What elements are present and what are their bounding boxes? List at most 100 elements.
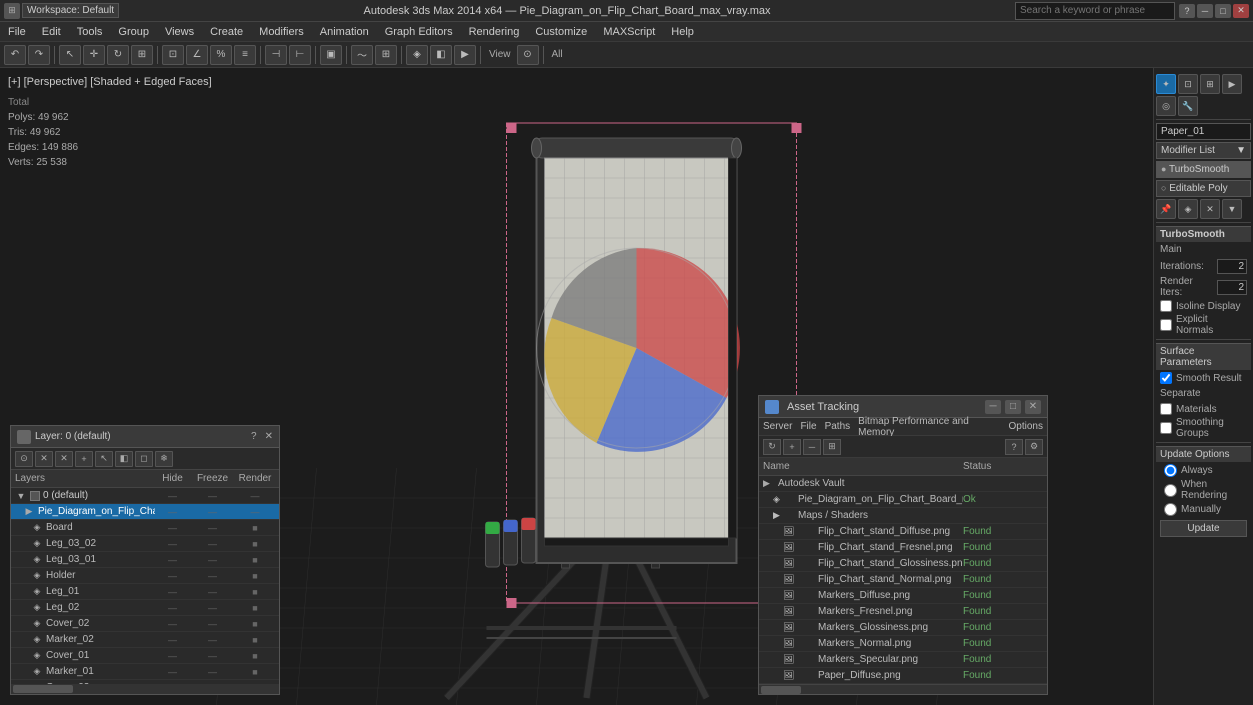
asset-scroll-thumb-h[interactable] [761,686,801,694]
snap-toggle[interactable]: ⊡ [162,45,184,65]
menu-animation[interactable]: Animation [316,26,373,38]
render-button[interactable]: ▶ [454,45,476,65]
layer-manager[interactable]: ▣ [320,45,342,65]
redo-button[interactable]: ↷ [28,45,50,65]
display-panel-btn[interactable]: ◎ [1156,96,1176,116]
menu-tools[interactable]: Tools [73,26,107,38]
freeze-all-btn[interactable]: ❄ [155,451,173,467]
spinner-snap[interactable]: ≡ [234,45,256,65]
set-current-layer-btn[interactable]: ⊙ [15,451,33,467]
coord-center[interactable]: ⊙ [517,45,539,65]
layer-checkbox[interactable] [30,491,40,501]
render-setup[interactable]: ◧ [430,45,452,65]
asset-menu-file[interactable]: File [800,421,816,432]
layers-close-button[interactable]: ✕ [265,431,273,442]
percent-snap[interactable]: % [210,45,232,65]
asset-menu-server[interactable]: Server [763,421,792,432]
asset-menu-options[interactable]: Options [1009,421,1043,432]
menu-graph-editors[interactable]: Graph Editors [381,26,457,38]
hierarchy-panel-btn[interactable]: ⊞ [1200,74,1220,94]
layer-item-marker02[interactable]: ◈ Marker_02 — — ■ [11,632,279,648]
layers-help-btn[interactable]: ? [251,431,257,442]
asset-markers-glossiness[interactable]: 🖼 Markers_Glossiness.png Found [759,620,1047,636]
render-iters-input[interactable] [1217,280,1247,295]
modifier-turbsmooth[interactable]: ● TurboSmooth [1156,161,1251,178]
always-radio[interactable] [1164,464,1177,477]
search-input[interactable] [1015,2,1175,20]
menu-group[interactable]: Group [114,26,153,38]
isoline-checkbox[interactable] [1160,300,1172,312]
explicit-normals-checkbox[interactable] [1160,319,1172,331]
minimize-button[interactable]: ─ [1197,4,1213,18]
create-panel-btn[interactable]: ✦ [1156,74,1176,94]
layer-item-default[interactable]: ▼ 0 (default) — — — [11,488,279,504]
asset-minimize-btn[interactable]: ─ [985,400,1001,414]
layer-item-leg02[interactable]: ◈ Leg_02 — — ■ [11,600,279,616]
scale-button[interactable]: ⊞ [131,45,153,65]
menu-help[interactable]: Help [667,26,698,38]
manually-radio[interactable] [1164,503,1177,516]
asset-vault-row[interactable]: ▶ Autodesk Vault [759,476,1047,492]
asset-markers-specular[interactable]: 🖼 Markers_Specular.png Found [759,652,1047,668]
asset-menu-paths[interactable]: Paths [825,421,851,432]
layer-item-cover01[interactable]: ◈ Cover_01 — — ■ [11,648,279,664]
asset-flip-diffuse[interactable]: 🖼 Flip_Chart_stand_Diffuse.png Found [759,524,1047,540]
layer-item-cover02[interactable]: ◈ Cover_02 — — ■ [11,616,279,632]
turbsmooth-header[interactable]: TurboSmooth [1156,226,1251,242]
materials-checkbox[interactable] [1160,403,1172,415]
select-layer-btn[interactable]: ◧ [115,451,133,467]
layer-item-leg03-01[interactable]: ◈ Leg_03_01 — — ■ [11,552,279,568]
asset-flip-glossiness[interactable]: 🖼 Flip_Chart_stand_Glossiness.png Found [759,556,1047,572]
asset-scrollbar-h[interactable] [759,684,1047,694]
utilities-panel-btn[interactable]: 🔧 [1178,96,1198,116]
asset-maximize-btn[interactable]: □ [1005,400,1021,414]
asset-mainfile-row[interactable]: ◈ Pie_Diagram_on_Flip_Chart_Board_max_vr… [759,492,1047,508]
schematic-view[interactable]: ⊞ [375,45,397,65]
help-icon[interactable]: ? [1179,4,1195,18]
select-in-layer-btn[interactable]: ↖ [95,451,113,467]
maximize-button[interactable]: □ [1215,4,1231,18]
smooth-result-checkbox[interactable] [1160,372,1172,384]
when-rendering-radio[interactable] [1164,484,1177,497]
workspace-dropdown[interactable]: Workspace: Default [22,3,119,18]
manually-radio-row[interactable]: Manually [1164,503,1251,516]
asset-maps-folder[interactable]: ▶ Maps / Shaders [759,508,1047,524]
asset-markers-fresnel[interactable]: 🖼 Markers_Fresnel.png Found [759,604,1047,620]
layers-scrollbar[interactable] [11,684,279,694]
menu-customize[interactable]: Customize [531,26,591,38]
menu-views[interactable]: Views [161,26,198,38]
menu-modifiers[interactable]: Modifiers [255,26,308,38]
asset-flip-normal[interactable]: 🖼 Flip_Chart_stand_Normal.png Found [759,572,1047,588]
menu-file[interactable]: File [4,26,30,38]
asset-add-btn[interactable]: + [783,439,801,455]
layers-titlebar[interactable]: Layer: 0 (default) ? ✕ [11,426,279,448]
object-name-field[interactable]: Paper_01 [1156,123,1251,140]
asset-close-btn[interactable]: ✕ [1025,400,1041,414]
smoothing-groups-checkbox[interactable] [1160,422,1172,434]
hide-all-btn[interactable]: ◻ [135,451,153,467]
add-layer-btn[interactable]: ✕ [35,451,53,467]
asset-paper-diffuse[interactable]: 🖼 Paper_Diffuse.png Found [759,668,1047,684]
layers-scroll-thumb[interactable] [13,685,73,693]
always-radio-row[interactable]: Always [1164,464,1251,477]
asset-menu-bitmap[interactable]: Bitmap Performance and Memory [858,416,1000,438]
delete-layer-btn[interactable]: ✕ [55,451,73,467]
layer-item-holder[interactable]: ◈ Holder — — ■ [11,568,279,584]
asset-remove-btn[interactable]: ─ [803,439,821,455]
layer-item-leg01[interactable]: ◈ Leg_01 — — ■ [11,584,279,600]
viewport[interactable]: [+] [Perspective] [Shaded + Edged Faces]… [0,68,1153,705]
update-options-header[interactable]: Update Options [1156,446,1251,462]
layer-item-marker01[interactable]: ◈ Marker_01 — — ■ [11,664,279,680]
asset-help-btn[interactable]: ? [1005,439,1023,455]
align-button[interactable]: ⊢ [289,45,311,65]
move-button[interactable]: ✛ [83,45,105,65]
asset-markers-diffuse[interactable]: 🖼 Markers_Diffuse.png Found [759,588,1047,604]
surface-params-header[interactable]: Surface Parameters [1156,343,1251,370]
update-button[interactable]: Update [1160,520,1247,537]
modifier-editable-poly[interactable]: ○ Editable Poly [1156,180,1251,197]
select-button[interactable]: ↖ [59,45,81,65]
menu-create[interactable]: Create [206,26,247,38]
modifier-list-dropdown[interactable]: Modifier List ▼ [1156,142,1251,159]
asset-markers-normal[interactable]: 🖼 Markers_Normal.png Found [759,636,1047,652]
add-to-layer-btn[interactable]: + [75,451,93,467]
